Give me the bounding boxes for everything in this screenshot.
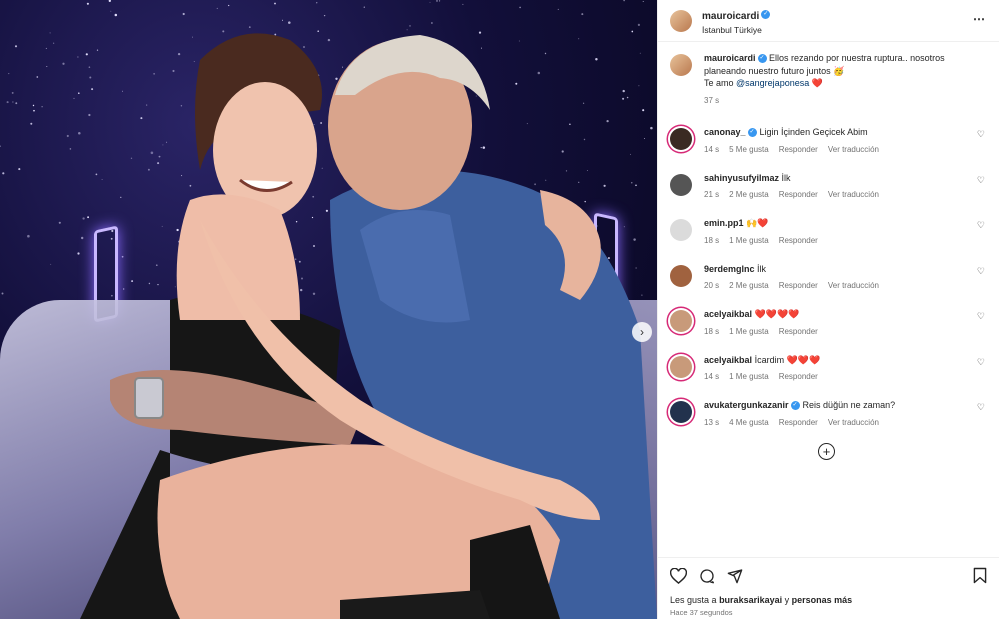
- verified-badge-icon: ✓: [757, 54, 767, 64]
- like-comment-heart-icon[interactable]: ♡: [977, 129, 985, 140]
- caption-text-line2: planeando nuestro futuro juntos 🥳: [704, 65, 845, 76]
- reply-button[interactable]: Responder: [779, 281, 818, 290]
- verified-badge-icon: ✓: [761, 10, 771, 20]
- commenter-avatar[interactable]: [670, 355, 692, 378]
- caption-text-line3-prefix: Te amo: [704, 78, 734, 88]
- comment-likes[interactable]: 1 Me gusta: [729, 327, 769, 336]
- comments-list: mauroicardi ✓ Ellos rezando por nuestra r…: [658, 52, 999, 557]
- comment-username[interactable]: sahinyusufyilmaz: [704, 173, 779, 183]
- like-comment-heart-icon[interactable]: ♡: [977, 357, 985, 368]
- reply-button[interactable]: Responder: [779, 236, 818, 245]
- caption-text-line1: Ellos rezando por nuestra ruptura.. noso…: [769, 53, 945, 63]
- comment-likes[interactable]: 1 Me gusta: [729, 372, 769, 381]
- comment-username[interactable]: canonay_: [704, 127, 746, 137]
- comment-time: 18 s: [704, 235, 720, 245]
- like-comment-heart-icon[interactable]: ♡: [977, 266, 985, 277]
- like-comment-heart-icon[interactable]: ♡: [977, 311, 985, 322]
- caption-mention[interactable]: @sangrejaponesa: [736, 78, 809, 88]
- author-avatar[interactable]: [670, 9, 692, 32]
- share-send-icon[interactable]: [727, 568, 743, 584]
- post-time: Hace 37 segundos: [670, 608, 733, 617]
- comment-username[interactable]: acelyaikbal: [704, 355, 752, 365]
- comment-text: İlk: [781, 172, 791, 183]
- see-translation-button[interactable]: Ver traducción: [828, 281, 879, 290]
- comment-time: 14 s: [704, 144, 720, 154]
- comment-username[interactable]: emin.pp1: [704, 218, 744, 228]
- author-username[interactable]: mauroicardi: [702, 11, 759, 22]
- comment-text: ❤️❤️❤️❤️: [754, 309, 800, 319]
- save-bookmark-icon[interactable]: [973, 567, 987, 584]
- post-footer: Les gusta a buraksarikayai y personas má…: [658, 557, 999, 619]
- reply-button[interactable]: Responder: [779, 372, 818, 381]
- comment-text: İlk: [757, 263, 767, 274]
- load-more-comments-icon[interactable]: +: [818, 443, 835, 460]
- caption-text-line3-suffix: ❤️: [811, 78, 823, 88]
- comment-text: Reis düğün ne zaman?: [802, 400, 896, 410]
- chevron-right-icon: ›: [640, 325, 644, 339]
- comment-row: 9erdemglnc İlk 20 s 2 Me gusta Responder Ve…: [670, 263, 987, 309]
- likes-conjunction: y: [784, 595, 790, 605]
- commenter-avatar[interactable]: [670, 128, 692, 150]
- comment-time: 18 s: [704, 326, 720, 336]
- see-translation-button[interactable]: Ver traducción: [828, 190, 879, 199]
- commenter-avatar-default-icon[interactable]: [670, 219, 692, 241]
- commenter-avatar[interactable]: [670, 310, 692, 332]
- reply-button[interactable]: Responder: [779, 190, 818, 199]
- comment-username[interactable]: 9erdemglnc: [704, 264, 755, 274]
- comment-text: 🙌❤️: [746, 218, 769, 228]
- comment-likes[interactable]: 5 Me gusta: [729, 145, 769, 154]
- verified-badge-icon: ✓: [790, 401, 800, 411]
- action-bar: [670, 566, 987, 586]
- next-photo-button[interactable]: ›: [632, 322, 652, 342]
- verified-badge-icon: ✓: [747, 128, 757, 138]
- comment-time: 20 s: [704, 281, 720, 290]
- caption-time: 37 s: [704, 95, 720, 105]
- comment-row: canonay_ ✓ Ligin İçinden Geçicek Abim 14 s…: [670, 126, 987, 172]
- comment-text: İcardim ❤️❤️❤️: [754, 354, 821, 365]
- author-avatar[interactable]: [670, 54, 692, 76]
- comment-likes[interactable]: 2 Me gusta: [729, 281, 769, 290]
- comment-username[interactable]: avukatergunkazanir: [704, 400, 789, 410]
- likes-prefix: Les gusta a: [670, 595, 717, 605]
- comment-row: emin.pp1 🙌❤️ 18 s 1 Me gusta Responder ♡: [670, 217, 987, 263]
- likes-summary: Les gusta a buraksarikayai y personas má…: [670, 595, 987, 605]
- comment-row: acelyaikbal İcardim ❤️❤️❤️ 14 s 1 Me gust…: [670, 354, 987, 400]
- reply-button[interactable]: Responder: [779, 145, 818, 154]
- post-panel: mauroicardi ✓ İstanbul Türkiye ⋯ mauroica…: [657, 0, 999, 619]
- couple-illustration: [80, 33, 657, 619]
- comment-username[interactable]: acelyaikbal: [704, 309, 752, 319]
- like-comment-heart-icon[interactable]: ♡: [977, 175, 985, 186]
- post-photo: ›: [0, 0, 657, 619]
- post-header: mauroicardi ✓ İstanbul Türkiye ⋯: [658, 0, 999, 42]
- comment-time: 13 s: [704, 417, 720, 427]
- reply-button[interactable]: Responder: [779, 418, 818, 427]
- comment-row: sahinyusufyilmaz İlk 21 s 2 Me gusta Respo…: [670, 172, 987, 218]
- see-translation-button[interactable]: Ver traducción: [828, 145, 879, 154]
- comment-time: 14 s: [704, 372, 720, 381]
- post-location[interactable]: İstanbul Türkiye: [702, 25, 770, 36]
- reply-button[interactable]: Responder: [779, 327, 818, 336]
- commenter-avatar[interactable]: [670, 173, 692, 196]
- like-comment-heart-icon[interactable]: ♡: [977, 220, 985, 231]
- comment-likes[interactable]: 4 Me gusta: [729, 418, 769, 427]
- comment-time: 21 s: [704, 190, 720, 199]
- commenter-avatar[interactable]: [670, 264, 692, 287]
- comment-text: Ligin İçinden Geçicek Abim: [759, 127, 868, 137]
- commenter-avatar[interactable]: [670, 401, 692, 423]
- comment-likes[interactable]: 2 Me gusta: [729, 190, 769, 199]
- comment-row: acelyaikbal ❤️❤️❤️❤️ 18 s 1 Me gusta Respo…: [670, 308, 987, 354]
- comment-bubble-icon[interactable]: [699, 568, 715, 584]
- like-comment-heart-icon[interactable]: ♡: [977, 402, 985, 413]
- likes-more[interactable]: personas más: [792, 595, 853, 605]
- likes-user[interactable]: buraksarikayai: [719, 595, 782, 605]
- comment-likes[interactable]: 1 Me gusta: [729, 236, 769, 245]
- like-heart-icon[interactable]: [670, 568, 687, 584]
- comment-row: avukatergunkazanir ✓ Reis düğün ne zaman? …: [670, 399, 987, 445]
- see-translation-button[interactable]: Ver traducción: [828, 418, 879, 427]
- more-options-icon[interactable]: ⋯: [973, 12, 985, 26]
- caption-username[interactable]: mauroicardi: [704, 53, 756, 63]
- wristwatch: [134, 377, 164, 419]
- post-caption: mauroicardi ✓ Ellos rezando por nuestra r…: [670, 52, 987, 126]
